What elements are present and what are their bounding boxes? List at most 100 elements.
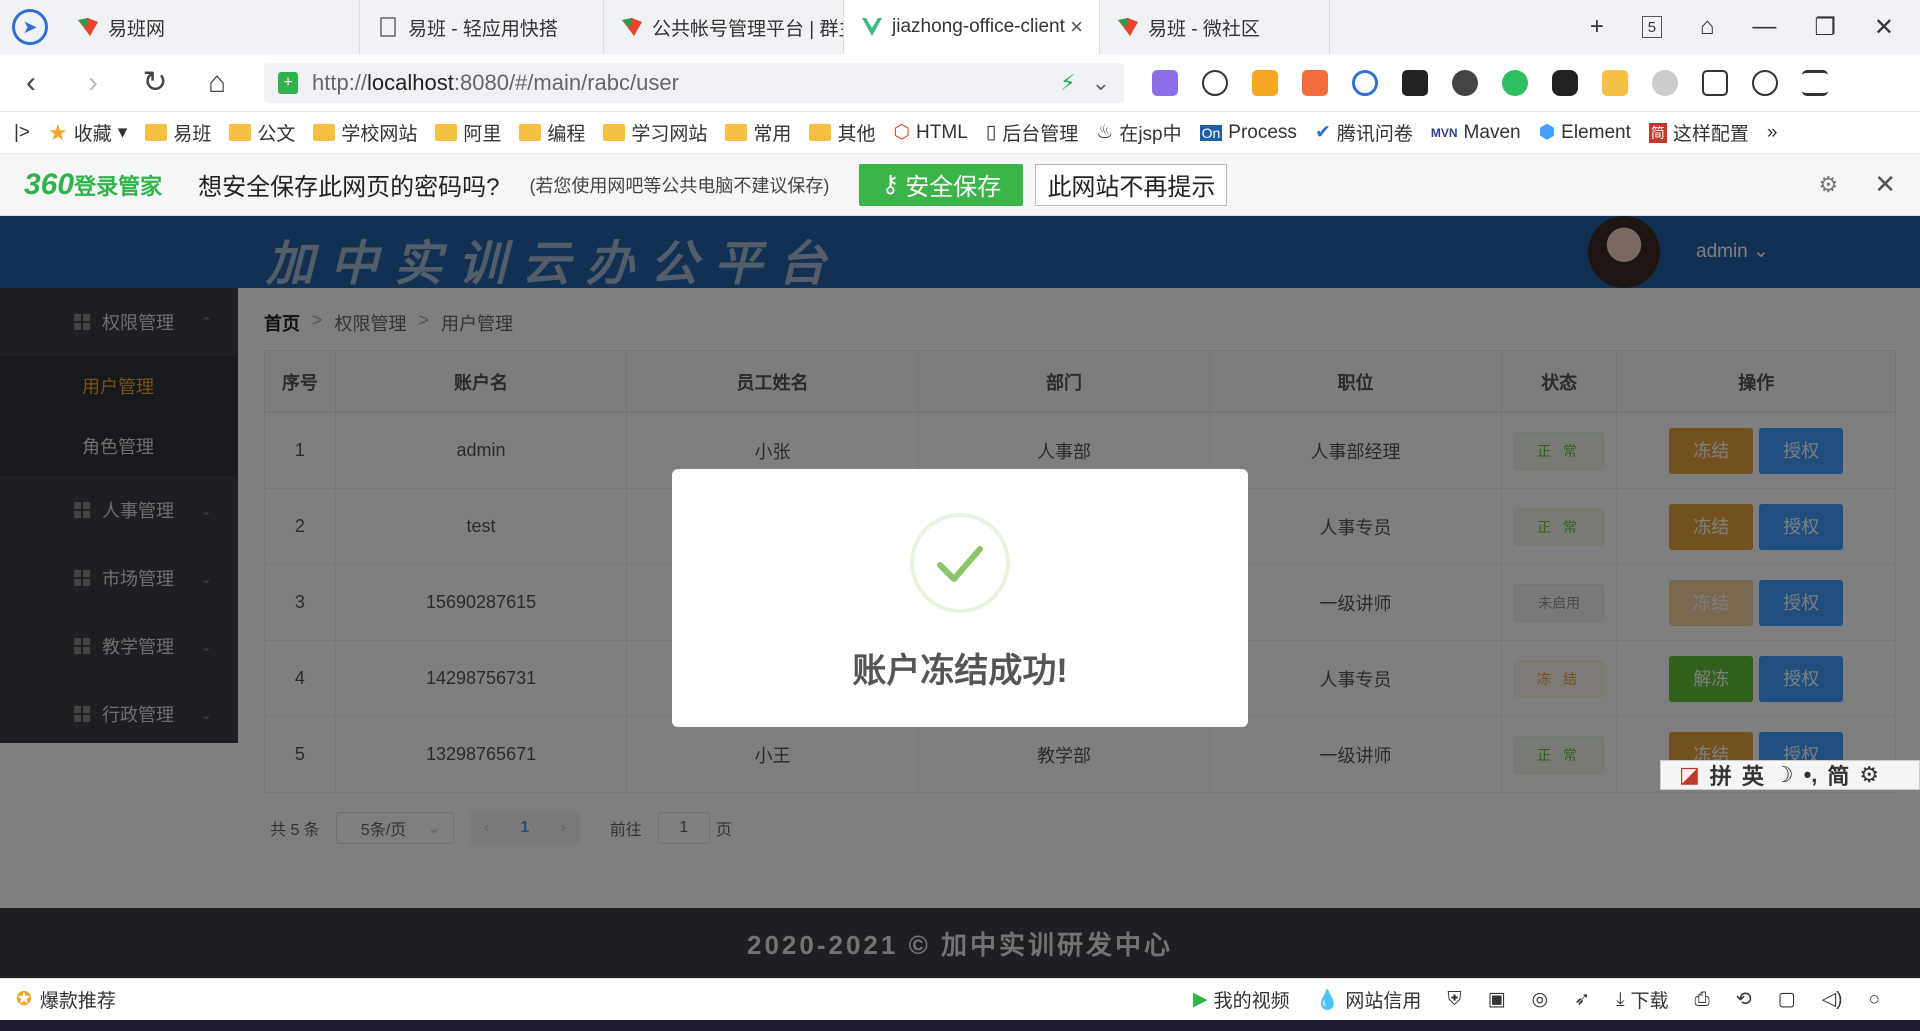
bookmark-folder[interactable]: 学校网站	[313, 119, 417, 146]
bookmark-link[interactable]: 简这样配置	[1648, 119, 1749, 146]
jianshu-icon: 简	[1648, 122, 1667, 143]
green-ext-icon[interactable]	[1502, 69, 1528, 96]
menu-icon[interactable]	[1802, 69, 1828, 96]
bookmark-link[interactable]: ✔ 腾讯问卷	[1315, 119, 1413, 146]
shirt-icon[interactable]: ⌂	[1700, 13, 1715, 41]
chevron-down-icon[interactable]: ⌄	[1092, 70, 1110, 96]
lightning-icon[interactable]: ⚡	[1060, 70, 1075, 96]
browser-tab[interactable]: 公共帐号管理平台 | 群主	[604, 0, 844, 54]
minimize-icon[interactable]: —	[1752, 13, 1776, 41]
scissors-icon[interactable]	[1202, 69, 1228, 96]
site-credit[interactable]: 💧 网站信用	[1316, 986, 1422, 1013]
hot-recommend[interactable]: ✪ 爆款推荐	[16, 986, 116, 1013]
vue-devtools-icon[interactable]	[1452, 69, 1478, 96]
back-icon[interactable]: ‹	[0, 66, 62, 100]
url-input[interactable]: + http://localhost:8080/#/main/rabc/user…	[264, 62, 1124, 103]
volume-icon[interactable]: ◁)	[1822, 988, 1843, 1011]
processon-icon: On	[1199, 124, 1223, 141]
zoom-icon[interactable]: ○	[1869, 989, 1880, 1011]
bookmark-folder[interactable]: 阿里	[435, 119, 501, 146]
bookmark-link[interactable]: On Process	[1199, 122, 1297, 144]
coin-icon[interactable]	[1252, 69, 1278, 96]
gear-icon[interactable]: ⚙	[1818, 172, 1838, 198]
close-icon[interactable]: ×	[1070, 14, 1083, 40]
search-icon[interactable]	[1352, 69, 1378, 96]
folder-icon	[603, 124, 626, 141]
taskbar-edge	[0, 1020, 1920, 1031]
bookmarks-overflow[interactable]: »	[1767, 122, 1778, 144]
tab-count-badge[interactable]: 5	[1641, 16, 1662, 38]
ime-toolbar[interactable]: ◪ 拼 英 ☽ •, 简 ⚙	[1660, 760, 1920, 790]
tiger-icon[interactable]	[1602, 69, 1628, 96]
bookmark-link[interactable]: ♨ 在jsp中	[1096, 119, 1181, 146]
refresh-icon[interactable]: ↻	[124, 65, 186, 100]
my-videos[interactable]: ▶ 我的视频	[1193, 986, 1290, 1013]
browser-logo[interactable]: ➤	[0, 0, 60, 54]
bilibili-icon[interactable]	[1552, 69, 1578, 96]
ime-pinyin[interactable]: 拼	[1710, 759, 1732, 791]
hot-icon: ✪	[16, 989, 32, 1010]
apps-grid-icon[interactable]	[1702, 69, 1728, 96]
360-login-manager-logo: 360登录管家	[24, 167, 163, 201]
game-icon[interactable]	[1302, 69, 1328, 96]
bookmark-link[interactable]: ⬡ HTML	[893, 121, 967, 144]
image-icon[interactable]: ▣	[1488, 988, 1506, 1011]
rocket-icon[interactable]: ➶	[1574, 988, 1590, 1011]
browser-status-bar: ✪ 爆款推荐 ▶ 我的视频 💧 网站信用 ⛨ ▣ ◎ ➶ ⤓ 下载 ⎙ ⟲ ▢ ◁) …	[0, 978, 1920, 1020]
ime-simplified[interactable]: 简	[1827, 759, 1849, 791]
forward-icon[interactable]: ›	[62, 66, 124, 100]
never-prompt-button[interactable]: 此网站不再提示	[1035, 163, 1228, 206]
gear-icon[interactable]: ⚙	[1859, 762, 1879, 788]
translate-icon[interactable]	[1152, 69, 1178, 96]
undo-icon[interactable]	[1752, 69, 1778, 96]
check-icon: ✔	[1314, 122, 1331, 143]
shield-icon[interactable]: ⛨	[1447, 989, 1461, 1011]
window-close-icon[interactable]: ✕	[1874, 13, 1894, 42]
bookmark-link[interactable]: ⬢ Element	[1539, 121, 1631, 144]
key-icon: ⚷	[881, 171, 900, 198]
element-icon: ⬢	[1538, 122, 1556, 143]
home-icon[interactable]: ⌂	[186, 66, 248, 100]
dev-tool-icon[interactable]	[1402, 69, 1428, 96]
compass-icon: ➤	[12, 9, 48, 45]
java-icon: ♨	[1096, 122, 1114, 143]
browser-tab[interactable]: 易班网	[60, 0, 360, 54]
window-icon[interactable]: ▢	[1778, 988, 1796, 1011]
bookmark-folder[interactable]: 其他	[809, 119, 875, 146]
save-password-button[interactable]: ⚷ 安全保存	[859, 163, 1024, 206]
new-tab-icon[interactable]: +	[1590, 13, 1604, 41]
bookmark-folder[interactable]: 编程	[519, 119, 585, 146]
folder-icon	[313, 124, 336, 141]
extension-icons	[1152, 69, 1828, 96]
html5-icon: ⬡	[893, 122, 911, 143]
password-bar-hint: (若您使用网吧等公共电脑不建议保存)	[529, 175, 830, 196]
printer-icon[interactable]: ⎙	[1694, 989, 1709, 1011]
browser-tab[interactable]: 易班 - 轻应用快搭	[360, 0, 604, 54]
video-icon: ▶	[1193, 989, 1208, 1010]
page-icon	[380, 17, 396, 37]
bookmarks-bar: |> ★ 收藏 ▾ 易班 公文 学校网站 阿里 编程 学习网站 常用 其他 ⬡ HT…	[0, 112, 1920, 154]
punctuation-icon[interactable]: •,	[1804, 762, 1818, 788]
address-bar: ‹ › ↻ ⌂ + http://localhost:8080/#/main/r…	[0, 54, 1920, 112]
downloads[interactable]: ⤓ 下载	[1616, 986, 1668, 1013]
restore-icon[interactable]: ❐	[1814, 13, 1836, 42]
yiban-icon	[1118, 18, 1138, 36]
ime-english[interactable]: 英	[1742, 759, 1764, 791]
sidebar-toggle-icon[interactable]: |>	[14, 122, 30, 144]
link-icon[interactable]	[1652, 69, 1678, 96]
bookmark-folder[interactable]: 常用	[725, 119, 791, 146]
speed-icon[interactable]: ◎	[1532, 988, 1549, 1011]
browser-tab[interactable]: 易班 - 微社区	[1100, 0, 1330, 54]
bookmark-link[interactable]: ▯ 后台管理	[986, 119, 1078, 146]
bookmark-folder[interactable]: 公文	[229, 119, 295, 146]
close-icon[interactable]: ✕	[1874, 169, 1896, 200]
maven-icon: MVN	[1430, 125, 1458, 140]
tab-title: 易班网	[108, 18, 166, 40]
browser-tab-active[interactable]: jiazhong-office-client ×	[844, 0, 1100, 54]
bookmark-folder[interactable]: 易班	[145, 119, 211, 146]
cleanup-icon[interactable]: ⟲	[1736, 988, 1752, 1011]
bookmark-link[interactable]: MVN Maven	[1431, 122, 1521, 144]
bookmark-favorites[interactable]: ★ 收藏 ▾	[48, 119, 127, 146]
moon-icon[interactable]: ☽	[1774, 762, 1794, 788]
bookmark-folder[interactable]: 学习网站	[603, 119, 707, 146]
